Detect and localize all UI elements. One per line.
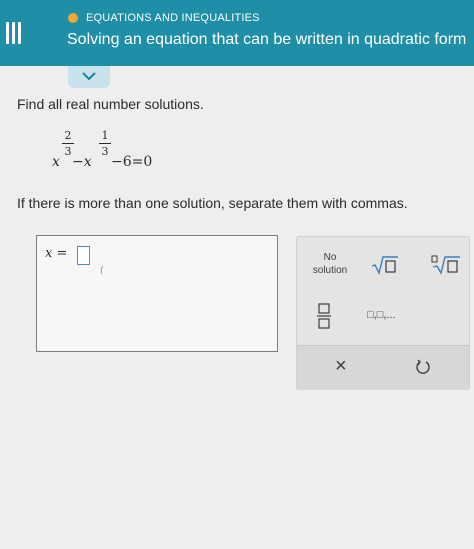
answer-label: x = xyxy=(45,246,68,261)
collapse-button[interactable] xyxy=(68,66,110,88)
nth-root-icon xyxy=(431,255,460,275)
clear-button[interactable]: × xyxy=(335,355,347,378)
chevron-down-icon xyxy=(82,72,96,81)
decorative-mark-icon xyxy=(100,265,104,275)
topic-status-icon xyxy=(68,13,78,23)
equation: x 2 3 −x 1 3 −6=0 xyxy=(52,125,212,177)
keypad-action-bar xyxy=(297,345,469,390)
answer-input[interactable] xyxy=(77,246,90,265)
answer-area: x = xyxy=(36,235,278,352)
no-solution-button[interactable]: No solution xyxy=(309,251,351,277)
math-keypad: No solution □,□,... × xyxy=(296,236,470,390)
fraction-icon xyxy=(317,303,331,329)
question-prompt: Find all real number solutions. xyxy=(17,96,204,112)
nth-root-button[interactable] xyxy=(431,255,461,280)
equation-base: x xyxy=(52,154,60,170)
exponent-denominator: 3 xyxy=(101,145,109,158)
square-root-icon xyxy=(371,256,398,276)
header-bar: EQUATIONS AND INEQUALITIES Solving an eq… xyxy=(0,0,474,66)
undo-button[interactable] xyxy=(415,359,431,380)
fraction-button[interactable] xyxy=(317,303,331,334)
exponent-numerator: 1 xyxy=(101,129,109,142)
list-button[interactable]: □,□,... xyxy=(367,309,396,321)
exponent-one-third: 1 3 xyxy=(99,129,111,158)
square-root-button[interactable] xyxy=(371,255,399,280)
topic-label: EQUATIONS AND INEQUALITIES xyxy=(86,12,260,24)
menu-icon[interactable] xyxy=(4,22,22,44)
page-title: Solving an equation that can be written … xyxy=(67,31,467,48)
exponent-numerator: 2 xyxy=(64,129,72,142)
equation-minus-x: −x xyxy=(72,154,92,170)
equation-tail: −6=0 xyxy=(111,154,153,170)
question-instruction: If there is more than one solution, sepa… xyxy=(17,195,408,211)
undo-icon xyxy=(416,359,430,374)
